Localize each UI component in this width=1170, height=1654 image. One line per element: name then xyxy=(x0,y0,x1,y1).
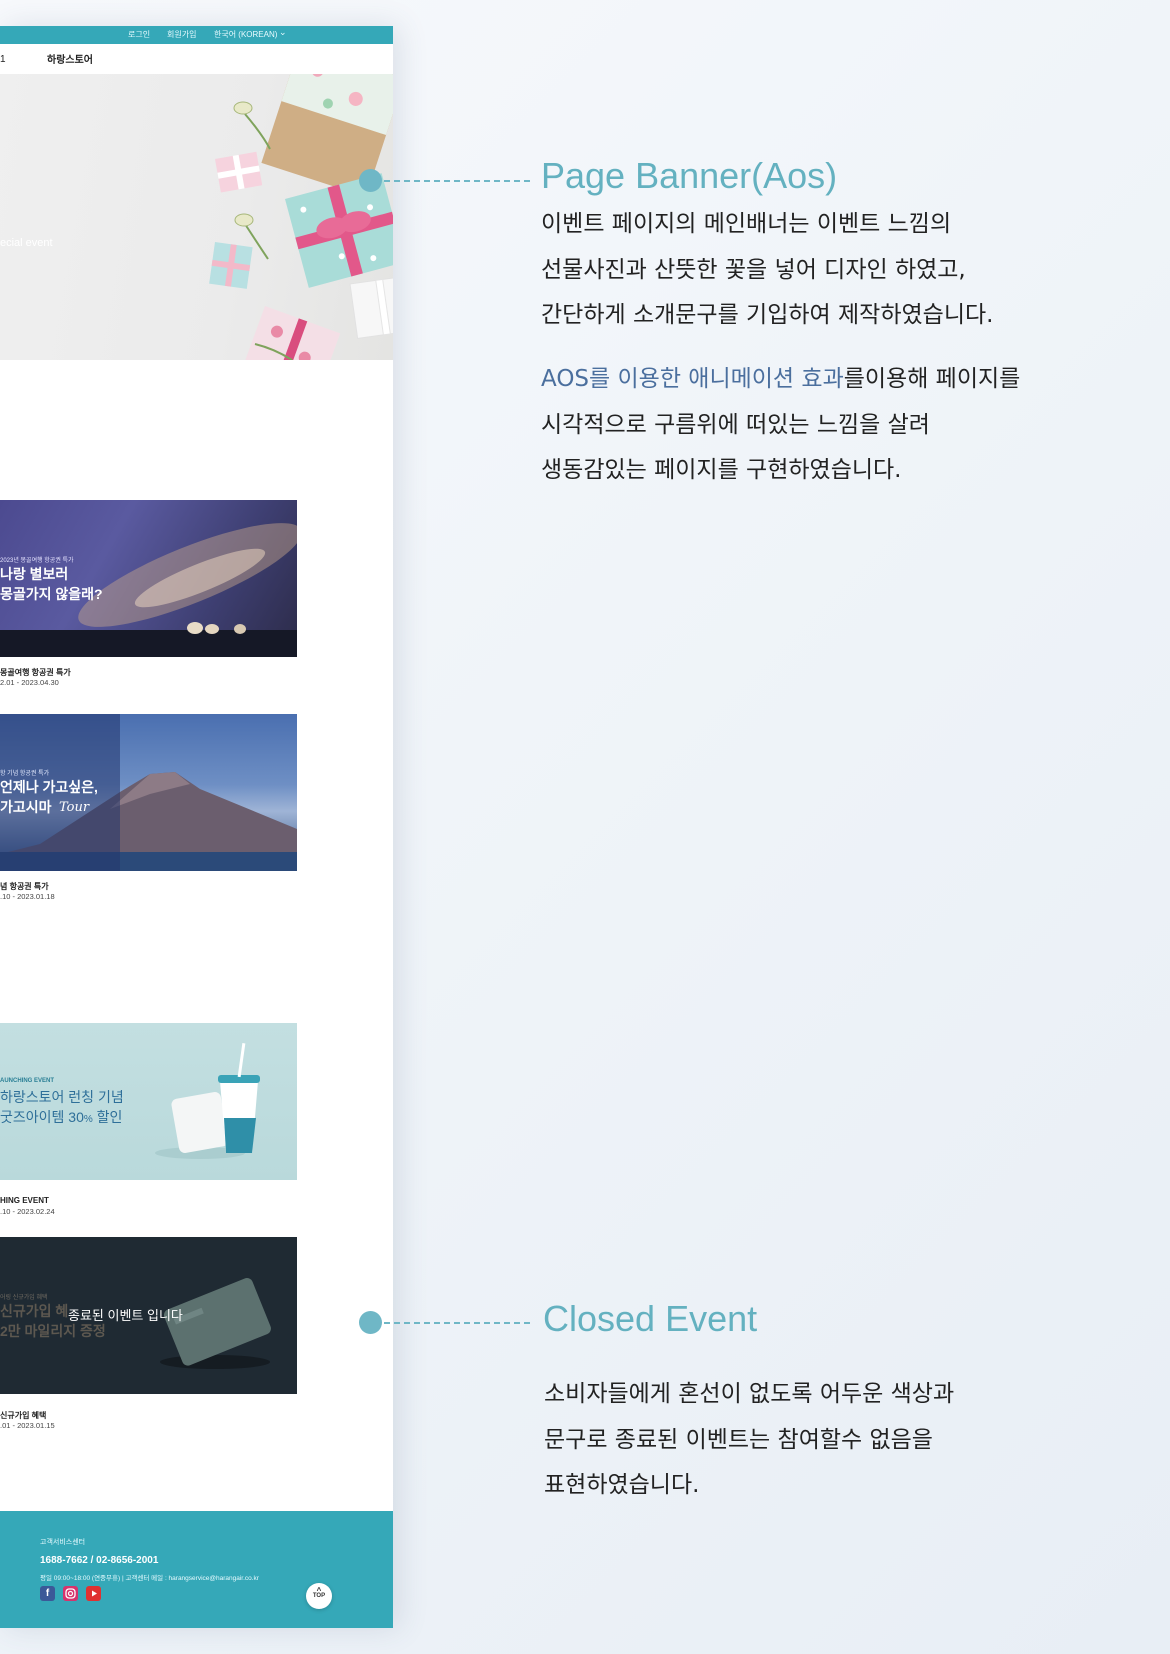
youtube-icon[interactable] xyxy=(86,1586,101,1601)
banner-subtitle: 항 기념 항공권 특가 xyxy=(0,771,50,777)
hero-banner: ecial event xyxy=(0,74,393,360)
annotation-text-closed: 소비자들에게 혼선이 없도록 어두운 색상과 문구로 종료된 이벤트는 참여할수… xyxy=(544,1381,955,1498)
annotation-heading-banner: Page Banner(Aos) xyxy=(541,155,838,196)
banner-headline-2b: 할인 xyxy=(92,1109,123,1125)
annotation-connector-banner xyxy=(384,180,530,182)
annotation-text-banner-2: AOS를 이용한 애니메이션 효과를이용해 페이지를 시각적으로 구름위에 떠있… xyxy=(541,357,1021,494)
event-title[interactable]: 념 항공권 특가 xyxy=(0,881,49,892)
event-date: .10 - 2023.02.24 xyxy=(0,1207,55,1216)
event-title: 신규가입 혜택 xyxy=(0,1411,47,1420)
event-date: .10 - 2023.01.18 xyxy=(0,892,55,901)
percent-sign: % xyxy=(83,1114,93,1125)
closed-event-label: 종료된 이벤트 입니다 xyxy=(68,1308,183,1323)
event-banner-launching[interactable]: AUNCHING EVENT 하랑스토어 런칭 기념 굿즈아이템 30% 할인 xyxy=(0,1023,297,1180)
event-banner-closed: 어링 신규가입 혜택 신규가입 혜 2만 마일리지 증정 종료된 이벤트 입니다 xyxy=(0,1237,297,1394)
annotation-highlight: AOS를 이용한 애니메이션 효과 xyxy=(541,366,844,392)
banner-headline-2: 몽골가지 않을래? xyxy=(0,586,103,602)
banner-headline-1: 언제나 가고싶은, xyxy=(0,779,98,795)
scroll-top-button[interactable]: ^ TOP xyxy=(306,1583,332,1609)
language-selector[interactable]: 한국어 (KOREAN) xyxy=(214,29,277,40)
site-footer: 고객서비스센터 1688-7662 / 02-8656-2001 평일 09:0… xyxy=(0,1511,393,1628)
customer-hours-email: 평일 09:00~18:00 (연중무휴) | 고객센터 메일 : harang… xyxy=(40,1575,259,1582)
facebook-icon[interactable]: f xyxy=(40,1586,55,1601)
chevron-down-icon[interactable]: ⌄ xyxy=(279,27,287,38)
nav-left-glyph: 1 xyxy=(0,54,6,65)
event-title[interactable]: 몽골여행 항공권 특가 xyxy=(0,667,71,678)
brand-logo[interactable]: 하랑스토어 xyxy=(47,51,93,66)
event-banner-kagoshima[interactable]: 항 기념 항공권 특가 언제나 가고싶은, 가고시마 Tour xyxy=(0,714,297,871)
banner-headline-2: 굿즈아이템 30% 할인 xyxy=(0,1107,122,1130)
banner-tour-script: Tour xyxy=(59,800,90,815)
banner-headline-2a: 굿즈아이템 30 xyxy=(0,1109,84,1125)
signup-link[interactable]: 회원가입 xyxy=(167,29,196,40)
customer-phone: 1688-7662 / 02-8656-2001 xyxy=(40,1555,159,1566)
banner-subtitle: 2023년 몽골여행 항공권 특가 xyxy=(0,558,74,564)
banner-subtitle: 어링 신규가입 혜택 xyxy=(0,1295,48,1301)
customer-center-label: 고객서비스센터 xyxy=(40,1539,86,1546)
instagram-icon[interactable] xyxy=(63,1586,78,1601)
annotation-text-banner-1: 이벤트 페이지의 메인배너는 이벤트 느낌의 선물사진과 산뜻한 꽃을 넣어 디… xyxy=(541,211,994,328)
event-date: .01 - 2023.01.15 xyxy=(0,1421,55,1430)
banner-headline-2: 가고시마 xyxy=(0,799,52,815)
banner-headline-2: 2만 마일리지 증정 xyxy=(0,1323,106,1339)
annotation-marker-banner xyxy=(359,169,382,192)
event-banner-mongolia[interactable]: 2023년 몽골여행 항공권 특가 나랑 별보러 몽골가지 않을래? xyxy=(0,500,297,657)
banner-subtitle: AUNCHING EVENT xyxy=(0,1078,55,1084)
annotation-marker-closed xyxy=(359,1311,382,1334)
gift-flowers-illustration xyxy=(209,74,393,360)
banner-headline-1: 나랑 별보러 xyxy=(0,566,69,582)
website-mockup: 로그인 회원가입 한국어 (KOREAN) ⌄ 1 하랑스토어 ecial ev… xyxy=(0,26,393,1628)
utility-bar: 로그인 회원가입 한국어 (KOREAN) ⌄ xyxy=(0,26,393,44)
banner-headline-1: 하랑스토어 런칭 기념 xyxy=(0,1089,124,1105)
annotation-connector-closed xyxy=(384,1322,530,1324)
top-label: TOP xyxy=(312,1593,326,1599)
event-title[interactable]: HING EVENT xyxy=(0,1196,49,1205)
annotation-heading-closed: Closed Event xyxy=(543,1298,758,1339)
hero-caption: ecial event xyxy=(0,237,53,249)
event-date: 2.01 - 2023.04.30 xyxy=(0,678,59,687)
main-nav: 1 하랑스토어 xyxy=(0,44,393,75)
login-link[interactable]: 로그인 xyxy=(128,29,150,40)
banner-headline-1: 신규가입 혜 xyxy=(0,1303,69,1319)
